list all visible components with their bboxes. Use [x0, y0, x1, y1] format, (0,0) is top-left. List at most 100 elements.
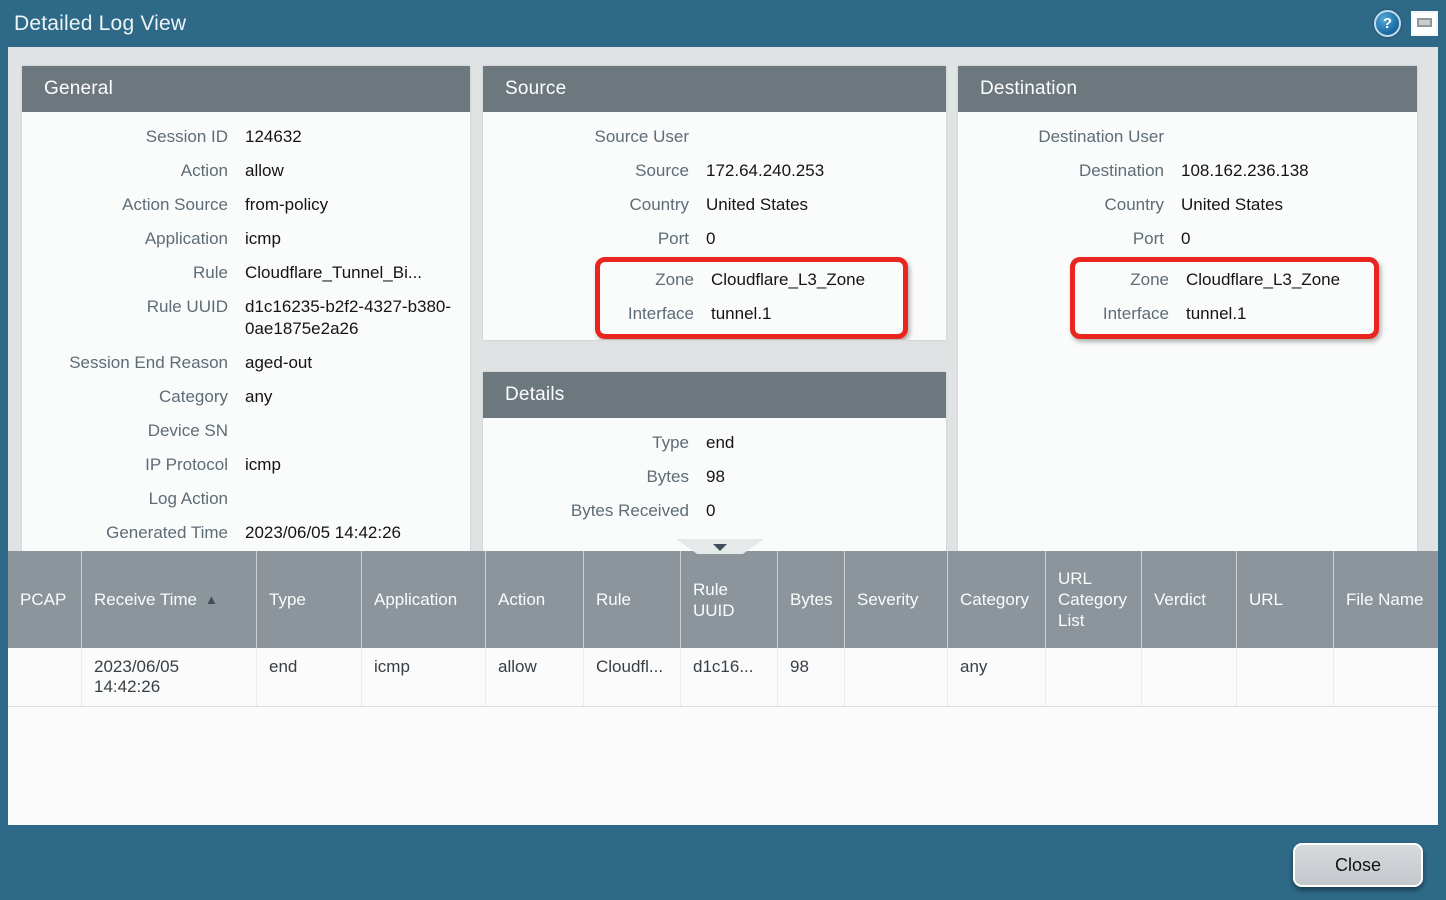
highlight-annotation-box: ZoneCloudflare_L3_ZoneInterfacetunnel.1: [595, 257, 908, 339]
field-label: Action: [22, 160, 228, 182]
column-header[interactable]: Rule: [584, 551, 681, 648]
field-value: tunnel.1: [1186, 303, 1374, 325]
field-value: United States: [706, 194, 946, 216]
field-value: 0: [1181, 228, 1417, 250]
table-cell: 2023/06/05 14:42:26: [82, 648, 257, 706]
field-label: Country: [958, 194, 1164, 216]
field-row: CountryUnited States: [483, 188, 946, 222]
field-row: Category any: [22, 380, 470, 414]
field-row: Country United States: [958, 188, 1417, 222]
log-table-body: 2023/06/05 14:42:26endicmpallowCloudfl..…: [8, 648, 1438, 707]
field-row: Destination 108.162.236.138: [958, 154, 1417, 188]
field-row: Bytes Received 0: [483, 494, 946, 528]
dialog-footer: Close: [0, 825, 1446, 900]
field-row: Typeend: [483, 426, 946, 460]
field-row: Session ID124632: [22, 120, 470, 154]
table-cell: [1334, 648, 1438, 706]
column-header-label: Rule UUID: [693, 579, 765, 621]
column-header-label: URL: [1249, 589, 1283, 610]
log-table-row[interactable]: 2023/06/05 14:42:26endicmpallowCloudfl..…: [8, 648, 1438, 707]
field-label: Rule: [22, 262, 228, 284]
field-label: Action Source: [22, 194, 228, 216]
column-header-label: Receive Time: [94, 589, 197, 610]
source-panel: Source Source User Source 172.64.240.253 Co…: [483, 66, 946, 340]
field-row: ZoneCloudflare_L3_Zone: [600, 263, 903, 297]
column-header-label: Type: [269, 589, 306, 610]
table-cell: [8, 648, 82, 706]
field-value: 2023/06/05 14:42:26: [245, 522, 470, 544]
field-row: Actionallow: [22, 154, 470, 188]
column-header-label: Action: [498, 589, 545, 610]
panel-title: Details: [505, 384, 564, 406]
column-header-label: Verdict: [1154, 589, 1206, 610]
log-table: PCAP Receive Time ▲ Type Application Action Ru…: [8, 551, 1438, 825]
field-row: Rule Cloudflare_Tunnel_Bi...: [22, 256, 470, 290]
field-label: Session End Reason: [22, 352, 228, 374]
panel-title: Destination: [980, 78, 1077, 100]
table-cell: end: [257, 648, 362, 706]
column-header[interactable]: Category: [948, 551, 1046, 648]
column-header[interactable]: Type: [257, 551, 362, 648]
column-header[interactable]: Receive Time ▲: [82, 551, 257, 648]
field-label: Destination: [958, 160, 1164, 182]
field-label: Bytes Received: [483, 500, 689, 522]
field-row: Device SN: [22, 414, 470, 448]
field-value: any: [245, 386, 470, 408]
field-value: from-policy: [245, 194, 470, 216]
field-row: Port0: [958, 222, 1417, 256]
field-value: 108.162.236.138: [1181, 160, 1417, 182]
field-label: Device SN: [22, 420, 228, 442]
column-header-label: Severity: [857, 589, 918, 610]
field-value: 98: [706, 466, 946, 488]
column-header[interactable]: File Name: [1334, 551, 1438, 648]
column-header[interactable]: URL: [1237, 551, 1334, 648]
column-header[interactable]: Severity: [845, 551, 948, 648]
field-label: Source User: [483, 126, 689, 148]
field-row: Log Action: [22, 482, 470, 516]
column-header[interactable]: URL Category List: [1046, 551, 1142, 648]
panel-title: General: [44, 78, 113, 100]
field-label: Interface: [1075, 303, 1169, 325]
table-cell: [1237, 648, 1334, 706]
details-panel: Details Typeend Bytes 98 Bytes Received 0: [483, 372, 946, 551]
table-cell: Cloudfl...: [584, 648, 681, 706]
column-header-label: Category: [960, 589, 1029, 610]
highlight-annotation-box: Zone Cloudflare_L3_Zone Interface tunnel.1: [1070, 257, 1379, 339]
column-header[interactable]: PCAP: [8, 551, 82, 648]
maximize-window-icon[interactable]: [1411, 11, 1438, 36]
window-glyph: [1417, 18, 1432, 27]
field-value: 124632: [245, 126, 470, 148]
field-label: Zone: [1075, 269, 1169, 291]
title-bar-icons: ?: [1374, 10, 1438, 37]
table-cell: allow: [486, 648, 584, 706]
close-button[interactable]: Close: [1293, 843, 1423, 887]
column-header[interactable]: Bytes: [778, 551, 845, 648]
field-value: Cloudflare_L3_Zone: [1186, 269, 1374, 291]
field-value: icmp: [245, 228, 470, 250]
field-value: 0: [706, 500, 946, 522]
field-label: Zone: [600, 269, 694, 291]
table-cell: [1046, 648, 1142, 706]
field-label: Source: [483, 160, 689, 182]
help-icon[interactable]: ?: [1374, 10, 1401, 37]
column-header[interactable]: Verdict: [1142, 551, 1237, 648]
table-cell: d1c16...: [681, 648, 778, 706]
general-panel-rows: Session ID124632Actionallow Action Source…: [22, 112, 470, 550]
column-header[interactable]: Action: [486, 551, 584, 648]
field-label: Category: [22, 386, 228, 408]
destination-panel-header: Destination: [958, 66, 1417, 112]
column-header[interactable]: Rule UUID: [681, 551, 778, 648]
column-header[interactable]: Application: [362, 551, 486, 648]
field-value: d1c16235-b2f2-4327-b380-0ae1875e2a26: [245, 296, 470, 340]
table-cell: any: [948, 648, 1046, 706]
field-label: Bytes: [483, 466, 689, 488]
field-value: Cloudflare_Tunnel_Bi...: [245, 262, 470, 284]
column-header-label: File Name: [1346, 589, 1423, 610]
source-panel-header: Source: [483, 66, 946, 112]
sort-asc-icon: ▲: [205, 589, 218, 610]
field-value: United States: [1181, 194, 1417, 216]
field-row: Source User: [483, 120, 946, 154]
field-value: 172.64.240.253: [706, 160, 946, 182]
table-cell: 98: [778, 648, 845, 706]
field-row: Session End Reasonaged-out: [22, 346, 470, 380]
